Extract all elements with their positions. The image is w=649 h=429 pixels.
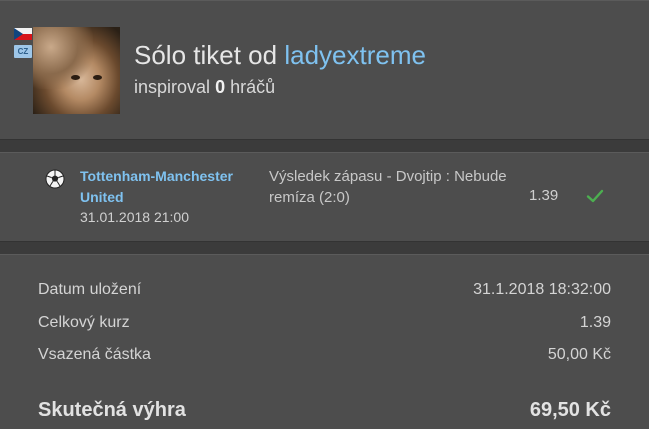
- match-link[interactable]: Tottenham-Manchester United: [80, 166, 240, 208]
- avatar[interactable]: [33, 27, 120, 114]
- country-code-badge: CZ: [14, 45, 32, 58]
- actual-win-label: Skutečná výhra: [38, 399, 186, 421]
- inspired-prefix: inspiroval: [134, 77, 211, 97]
- saved-date-value: 31.1.2018 18:32:00: [473, 281, 611, 298]
- check-icon: [586, 189, 604, 203]
- actual-win-value: 69,50 Kč: [529, 399, 611, 421]
- username-link[interactable]: ladyextreme: [284, 40, 426, 70]
- saved-date-label: Datum uložení: [38, 281, 142, 298]
- title-prefix: Sólo tiket od: [134, 40, 278, 70]
- soccer-ball-icon: [45, 169, 65, 189]
- bet-description: Výsledek zápasu - Dvojtip : Nebude remíz…: [269, 168, 507, 206]
- stake-value: 50,00 Kč: [547, 346, 611, 363]
- total-odds-value: 1.39: [579, 314, 611, 331]
- match-date: 31.01.2018 21:00: [80, 209, 189, 225]
- inspired-suffix: hráčů: [230, 77, 276, 97]
- page-title: Sólo tiket od ladyextreme: [134, 40, 426, 71]
- total-odds-label: Celkový kurz: [38, 314, 130, 331]
- bet-odds: 1.39: [529, 187, 559, 204]
- inspired-count: 0: [215, 77, 226, 97]
- inspired-count-text: inspiroval 0 hráčů: [134, 77, 275, 98]
- stake-label: Vsazená částka: [38, 346, 151, 363]
- czech-flag-icon: [14, 28, 32, 40]
